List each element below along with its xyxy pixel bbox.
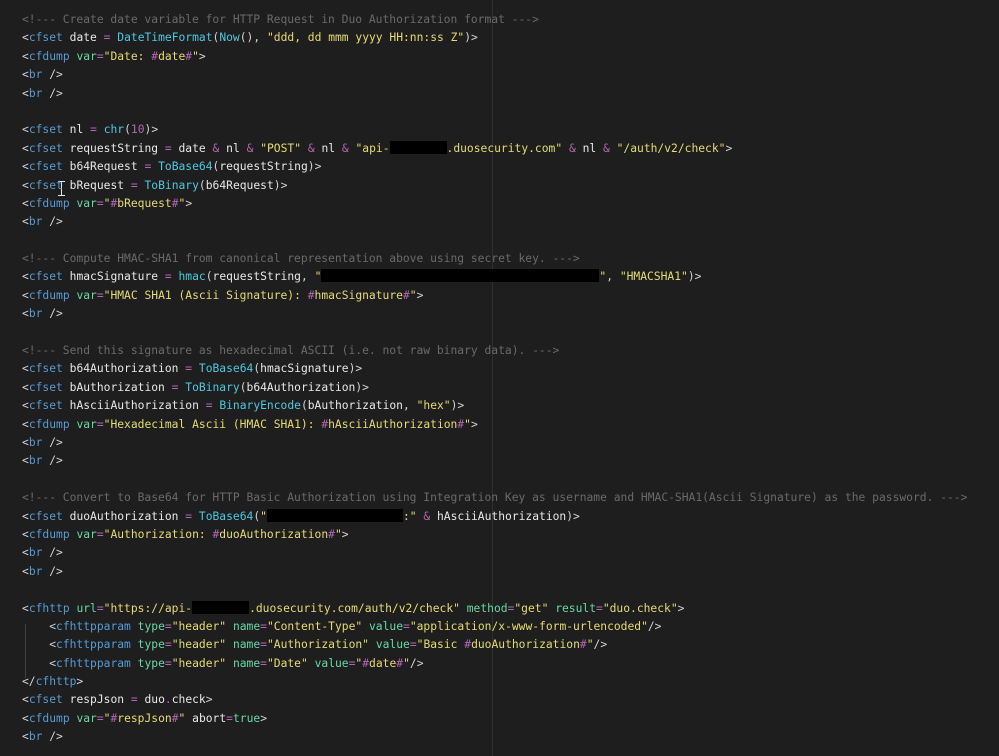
code-lines[interactable]: <!--- Create date variable for HTTP Requ… xyxy=(22,11,967,747)
code-line[interactable]: <br /> xyxy=(22,66,967,84)
redacted-block xyxy=(389,140,447,154)
code-line[interactable]: <br /> xyxy=(22,213,967,231)
code-line[interactable]: <cfdump var="Authorization: #duoAuthoriz… xyxy=(22,526,967,544)
code-line[interactable]: <cfset hmacSignature = hmac(requestStrin… xyxy=(22,268,967,286)
code-line[interactable]: <!--- Convert to Base64 for HTTP Basic A… xyxy=(22,489,967,507)
redacted-block xyxy=(321,269,600,283)
code-line[interactable]: <cfset bRequest = ToBinary(b64Request)> xyxy=(22,177,967,195)
code-line[interactable]: <br /> xyxy=(22,434,967,452)
code-line[interactable]: <br /> xyxy=(22,563,967,581)
code-line[interactable]: <cfset respJson = duo.check> xyxy=(22,691,967,709)
code-line[interactable]: <cfhttpparam type="header" name="Content… xyxy=(22,618,967,636)
code-line[interactable]: <cfset hAsciiAuthorization = BinaryEncod… xyxy=(22,397,967,415)
code-line[interactable]: <cfdump var="HMAC SHA1 (Ascii Signature)… xyxy=(22,287,967,305)
code-line[interactable]: <cfdump var="Hexadecimal Ascii (HMAC SHA… xyxy=(22,416,967,434)
code-line[interactable]: <!--- Compute HMAC-SHA1 from canonical r… xyxy=(22,250,967,268)
redacted-block xyxy=(192,600,250,614)
redacted-block xyxy=(266,508,403,522)
code-editor[interactable]: <!--- Create date variable for HTTP Requ… xyxy=(0,0,999,756)
code-line[interactable]: <cfset date = DateTimeFormat(Now(), "ddd… xyxy=(22,29,967,47)
code-line[interactable]: <cfdump var="#respJson#" abort=true> xyxy=(22,710,967,728)
code-line[interactable]: <cfhttpparam type="header" name="Authori… xyxy=(22,636,967,654)
code-line[interactable] xyxy=(22,232,967,250)
code-line[interactable] xyxy=(22,324,967,342)
code-line[interactable] xyxy=(22,471,967,489)
code-line[interactable]: <br /> xyxy=(22,305,967,323)
code-line[interactable]: <cfdump var="Date: #date#"> xyxy=(22,48,967,66)
code-line[interactable]: <cfhttpparam type="header" name="Date" v… xyxy=(22,655,967,673)
code-line[interactable]: <br /> xyxy=(22,728,967,746)
code-line[interactable]: <cfset duoAuthorization = ToBase64(":" &… xyxy=(22,508,967,526)
code-line[interactable]: <br /> xyxy=(22,85,967,103)
code-line[interactable]: <cfset requestString = date & nl & "POST… xyxy=(22,140,967,158)
code-line[interactable]: </cfhttp> xyxy=(22,673,967,691)
code-line[interactable] xyxy=(22,581,967,599)
code-line[interactable]: <cfhttp url="https://api- .duosecurity.co… xyxy=(22,600,967,618)
code-line[interactable]: <cfset b64Authorization = ToBase64(hmacS… xyxy=(22,360,967,378)
code-line[interactable]: <!--- Send this signature as hexadecimal… xyxy=(22,342,967,360)
code-line[interactable]: <cfset bAuthorization = ToBinary(b64Auth… xyxy=(22,379,967,397)
code-line[interactable]: <cfdump var="#bRequest#"> xyxy=(22,195,967,213)
code-line[interactable] xyxy=(22,103,967,121)
code-line[interactable]: <br /> xyxy=(22,544,967,562)
code-line[interactable]: <!--- Create date variable for HTTP Requ… xyxy=(22,11,967,29)
code-line[interactable]: <br /> xyxy=(22,452,967,470)
code-line[interactable]: <cfset b64Request = ToBase64(requestStri… xyxy=(22,158,967,176)
code-line[interactable]: <cfset nl = chr(10)> xyxy=(22,121,967,139)
